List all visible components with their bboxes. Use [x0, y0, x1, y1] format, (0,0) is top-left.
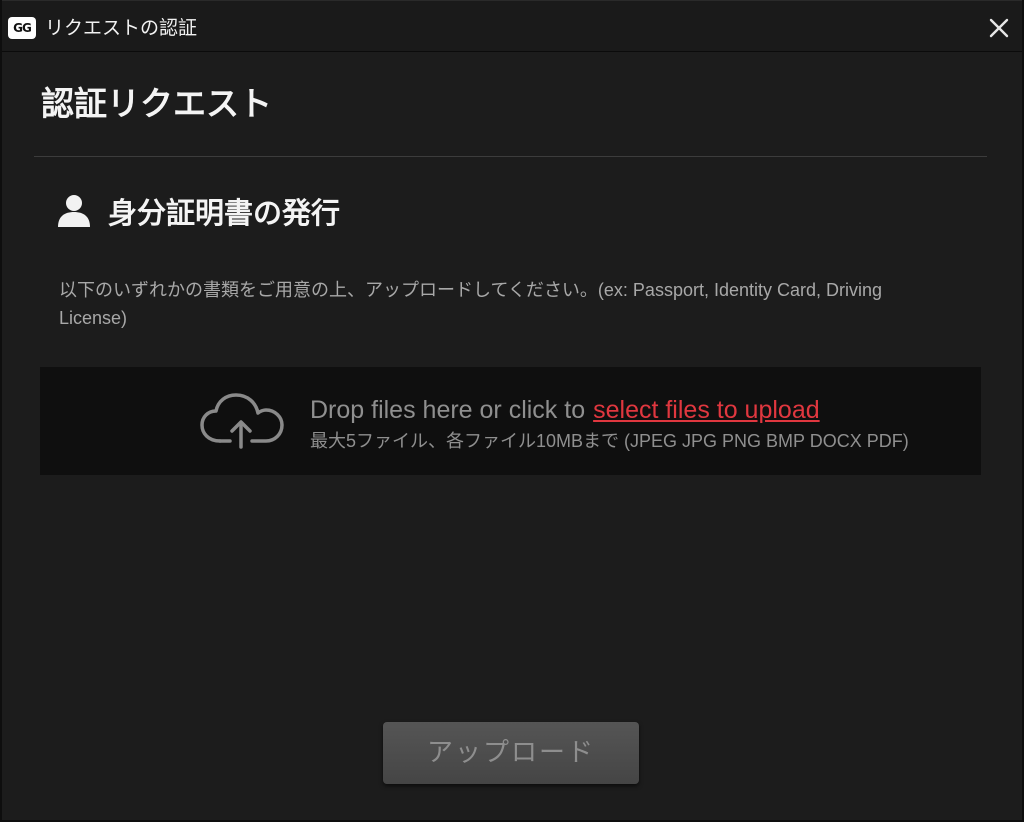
dropzone-limits-text: 最大5ファイル、各ファイル10MBまで (JPEG JPG PNG BMP DO…: [310, 431, 909, 451]
file-dropzone[interactable]: Drop files here or click to select files …: [40, 367, 981, 475]
page-title: 認証リクエスト: [41, 84, 272, 123]
cloud-upload-icon: [198, 391, 286, 451]
select-files-link[interactable]: select files to upload: [593, 396, 820, 424]
section-title: 身分証明書の発行: [108, 196, 341, 230]
verification-window: GG リクエストの認証 認証リクエスト 身分証明書の発行 以下のいずれかの書類を…: [0, 0, 1024, 822]
close-icon: [989, 18, 1009, 38]
dropzone-main-text: Drop files here or click to: [310, 396, 586, 424]
upload-button[interactable]: アップロード: [383, 722, 639, 784]
dropzone-prompt: Drop files here or click to select files …: [310, 393, 820, 427]
divider: [34, 156, 987, 157]
title-bar: GG リクエストの認証: [2, 0, 1022, 52]
close-button[interactable]: [984, 13, 1014, 43]
instructions-text: 以下のいずれかの書類をご用意の上、アップロードしてください。(ex: Passp…: [59, 280, 883, 328]
app-logo: GG: [8, 17, 36, 39]
user-icon: [56, 192, 92, 228]
window-title: リクエストの認証: [45, 17, 198, 39]
